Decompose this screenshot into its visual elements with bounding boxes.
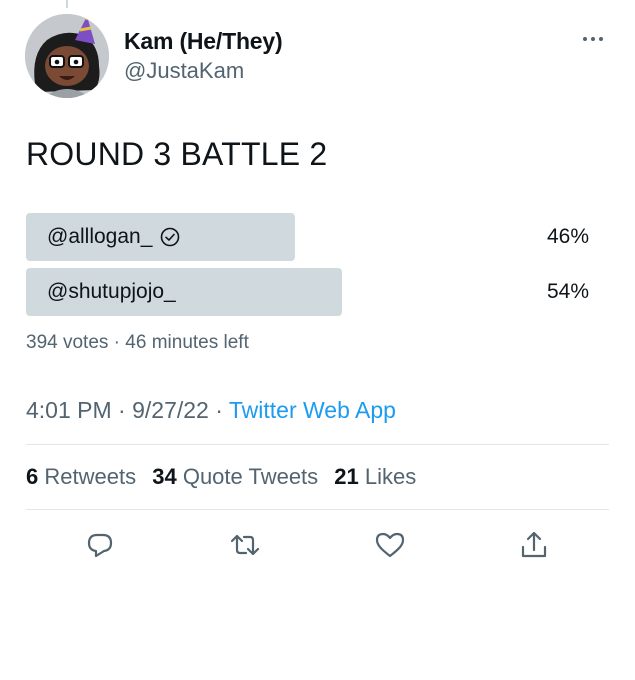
poll-option-percent: 46% <box>546 225 589 248</box>
source-link[interactable]: Twitter Web App <box>229 397 396 423</box>
separator: · <box>208 397 229 423</box>
poll-option-percent: 54% <box>546 280 589 303</box>
tweet-timestamp: 4:01 PM · 9/27/22 · Twitter Web App <box>26 397 396 424</box>
poll-option: @shutupjojo_ 54% <box>26 268 611 316</box>
retweets-count: 6 <box>26 464 39 489</box>
retweet-button[interactable] <box>228 528 262 562</box>
poll-option-label: @alllogan_ <box>47 225 180 249</box>
quote-tweets-stat[interactable]: 34 Quote Tweets <box>152 464 318 489</box>
quote-tweets-label: Quote Tweets <box>182 464 319 489</box>
likes-count: 21 <box>334 464 359 489</box>
author-handle[interactable]: @JustaKam <box>124 58 244 84</box>
poll-votes: 394 votes <box>26 332 109 353</box>
tweet-text: ROUND 3 BATTLE 2 <box>26 136 328 172</box>
retweets-stat[interactable]: 6 Retweets <box>26 464 136 489</box>
tweet-time[interactable]: 4:01 PM <box>26 397 112 423</box>
separator: · <box>111 397 133 423</box>
share-button[interactable] <box>517 528 551 562</box>
poll-meta: 394 votes · 46 minutes left <box>26 332 249 354</box>
likes-stat[interactable]: 21 Likes <box>334 464 416 489</box>
like-button[interactable] <box>373 528 407 562</box>
thread-line <box>66 0 68 8</box>
reply-icon <box>87 533 113 558</box>
voted-check-icon <box>161 227 180 247</box>
likes-label: Likes <box>364 464 417 489</box>
separator: · <box>108 332 126 353</box>
tweet-stats: 6 Retweets 34 Quote Tweets 21 Likes <box>26 464 426 490</box>
avatar-image <box>25 14 109 98</box>
quote-tweets-count: 34 <box>152 464 177 489</box>
reply-button[interactable] <box>83 528 117 562</box>
retweet-icon <box>230 534 260 556</box>
poll-time-left: 46 minutes left <box>125 332 249 353</box>
share-icon <box>521 531 547 558</box>
poll-option: @alllogan_ 46% <box>26 213 611 261</box>
poll-option-text: @alllogan_ <box>47 225 153 248</box>
avatar[interactable] <box>25 14 109 98</box>
retweets-label: Retweets <box>44 464 137 489</box>
divider <box>26 509 609 510</box>
like-icon <box>375 532 405 558</box>
tweet-date[interactable]: 9/27/22 <box>132 397 209 423</box>
divider <box>26 444 609 445</box>
poll-option-text: @shutupjojo_ <box>47 280 176 303</box>
author-name[interactable]: Kam (He/They) <box>124 28 283 55</box>
poll-option-label: @shutupjojo_ <box>47 280 176 304</box>
more-options-icon[interactable] <box>578 24 608 54</box>
